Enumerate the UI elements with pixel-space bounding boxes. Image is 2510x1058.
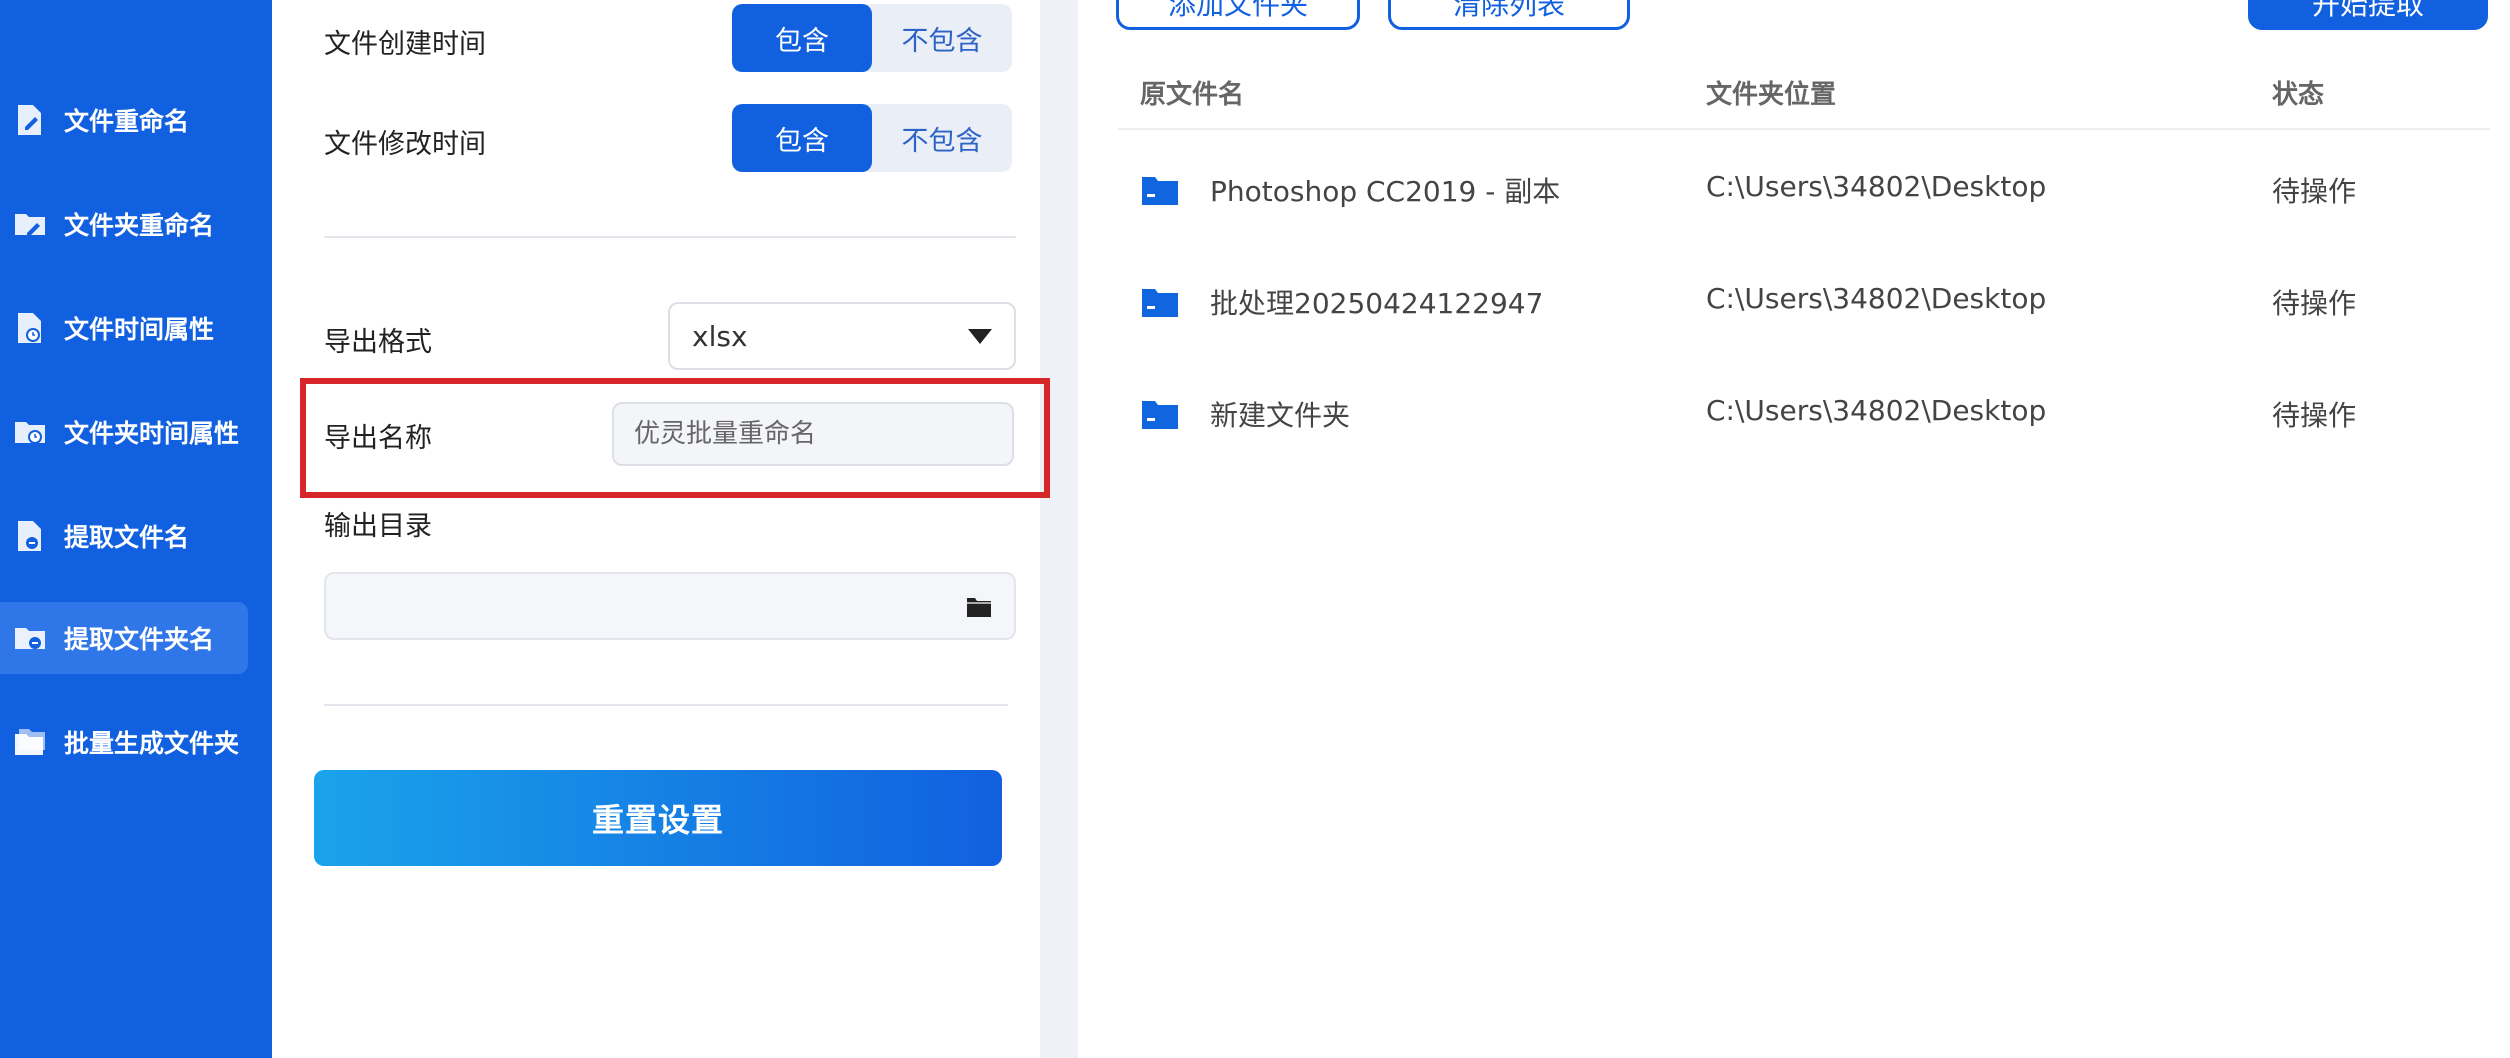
- file-rename-icon: [12, 102, 48, 138]
- sidebar-item-label: 文件夹时间属性: [64, 419, 240, 448]
- sidebar-item-label: 提取文件名: [64, 523, 190, 552]
- sidebar-item-file-time[interactable]: 文件时间属性: [0, 292, 248, 364]
- table-row[interactable]: Photoshop CC2019 - 副本 C:\Users\34802\Des…: [1078, 150, 2510, 230]
- folder-icon: [1141, 398, 1179, 430]
- file-name: 新建文件夹: [1210, 399, 1351, 432]
- sidebar-item-folder-time[interactable]: 文件夹时间属性: [0, 396, 248, 468]
- reset-settings-button[interactable]: 重置设置: [314, 770, 1002, 866]
- settings-panel: 文件创建时间 包含 不包含 文件修改时间 包含 不包含 导出格式 xlsx 导出…: [272, 0, 1050, 1058]
- file-list-area: 添加文件夹 清除列表 开始提取 原文件名 文件夹位置 状态 Photoshop …: [1078, 0, 2510, 1058]
- app-window: 文件重命名 文件夹重命名 文件时间属性 文件夹时间属性 提取文件名 提取文件夹名…: [0, 0, 2510, 1058]
- file-time-icon: [12, 310, 48, 346]
- created-time-toggle: 包含 不包含: [732, 4, 1012, 72]
- sidebar-item-file-rename[interactable]: 文件重命名: [0, 84, 248, 156]
- add-folder-button[interactable]: 添加文件夹: [1116, 0, 1360, 30]
- modified-time-label: 文件修改时间: [324, 129, 486, 160]
- file-name: 批处理20250424122947: [1210, 287, 1544, 320]
- sidebar-item-extract-filename[interactable]: 提取文件名: [0, 500, 248, 572]
- sidebar-item-label: 文件重命名: [64, 107, 190, 136]
- output-dir-input[interactable]: [324, 572, 1016, 640]
- export-format-value: xlsx: [692, 319, 748, 353]
- export-format-label: 导出格式: [324, 327, 432, 358]
- folder-location: C:\Users\34802\Desktop: [1706, 170, 2047, 203]
- sidebar-item-folder-rename[interactable]: 文件夹重命名: [0, 188, 248, 260]
- column-header-status: 状态: [2272, 80, 2325, 110]
- folder-icon: [1141, 286, 1179, 318]
- folder-icon[interactable]: [966, 594, 992, 618]
- status-text: 待操作: [2272, 175, 2357, 208]
- status-text: 待操作: [2272, 399, 2357, 432]
- file-name: Photoshop CC2019 - 副本: [1210, 175, 1561, 208]
- clear-list-button[interactable]: 清除列表: [1388, 0, 1630, 30]
- start-extract-button[interactable]: 开始提取: [2248, 0, 2488, 30]
- created-time-include-option[interactable]: 包含: [732, 4, 872, 72]
- sidebar-item-label: 文件夹重命名: [64, 211, 215, 240]
- status-text: 待操作: [2272, 287, 2357, 320]
- extract-foldername-icon: [12, 620, 48, 656]
- modified-time-include-option[interactable]: 包含: [732, 104, 872, 172]
- folder-time-icon: [12, 414, 48, 450]
- batch-folder-icon: [12, 724, 48, 760]
- table-row[interactable]: 批处理20250424122947 C:\Users\34802\Desktop…: [1078, 262, 2510, 342]
- header-divider: [1118, 128, 2490, 130]
- section-divider: [324, 704, 1008, 706]
- column-header-location: 文件夹位置: [1706, 80, 1837, 110]
- column-header-name: 原文件名: [1140, 80, 1245, 110]
- created-time-label: 文件创建时间: [324, 29, 486, 60]
- sidebar-item-label: 提取文件夹名: [64, 625, 215, 654]
- folder-icon: [1141, 174, 1179, 206]
- table-row[interactable]: 新建文件夹 C:\Users\34802\Desktop 待操作: [1078, 374, 2510, 454]
- sidebar-item-extract-foldername[interactable]: 提取文件夹名: [0, 602, 248, 674]
- folder-location: C:\Users\34802\Desktop: [1706, 394, 2047, 427]
- sidebar-item-batch-folder[interactable]: 批量生成文件夹: [0, 706, 248, 778]
- output-dir-label: 输出目录: [324, 511, 432, 542]
- export-name-input[interactable]: [612, 402, 1014, 466]
- modified-time-exclude-option[interactable]: 不包含: [872, 104, 1012, 172]
- export-format-select[interactable]: xlsx: [668, 302, 1016, 370]
- folder-location: C:\Users\34802\Desktop: [1706, 282, 2047, 315]
- created-time-exclude-option[interactable]: 不包含: [872, 4, 1012, 72]
- modified-time-toggle: 包含 不包含: [732, 104, 1012, 172]
- extract-filename-icon: [12, 518, 48, 554]
- sidebar: 文件重命名 文件夹重命名 文件时间属性 文件夹时间属性 提取文件名 提取文件夹名…: [0, 0, 272, 1058]
- export-name-label: 导出名称: [324, 423, 432, 454]
- folder-rename-icon: [12, 206, 48, 242]
- sidebar-item-label: 批量生成文件夹: [64, 729, 240, 758]
- caret-down-icon: [968, 328, 992, 344]
- section-divider: [324, 236, 1016, 238]
- sidebar-item-label: 文件时间属性: [64, 315, 215, 344]
